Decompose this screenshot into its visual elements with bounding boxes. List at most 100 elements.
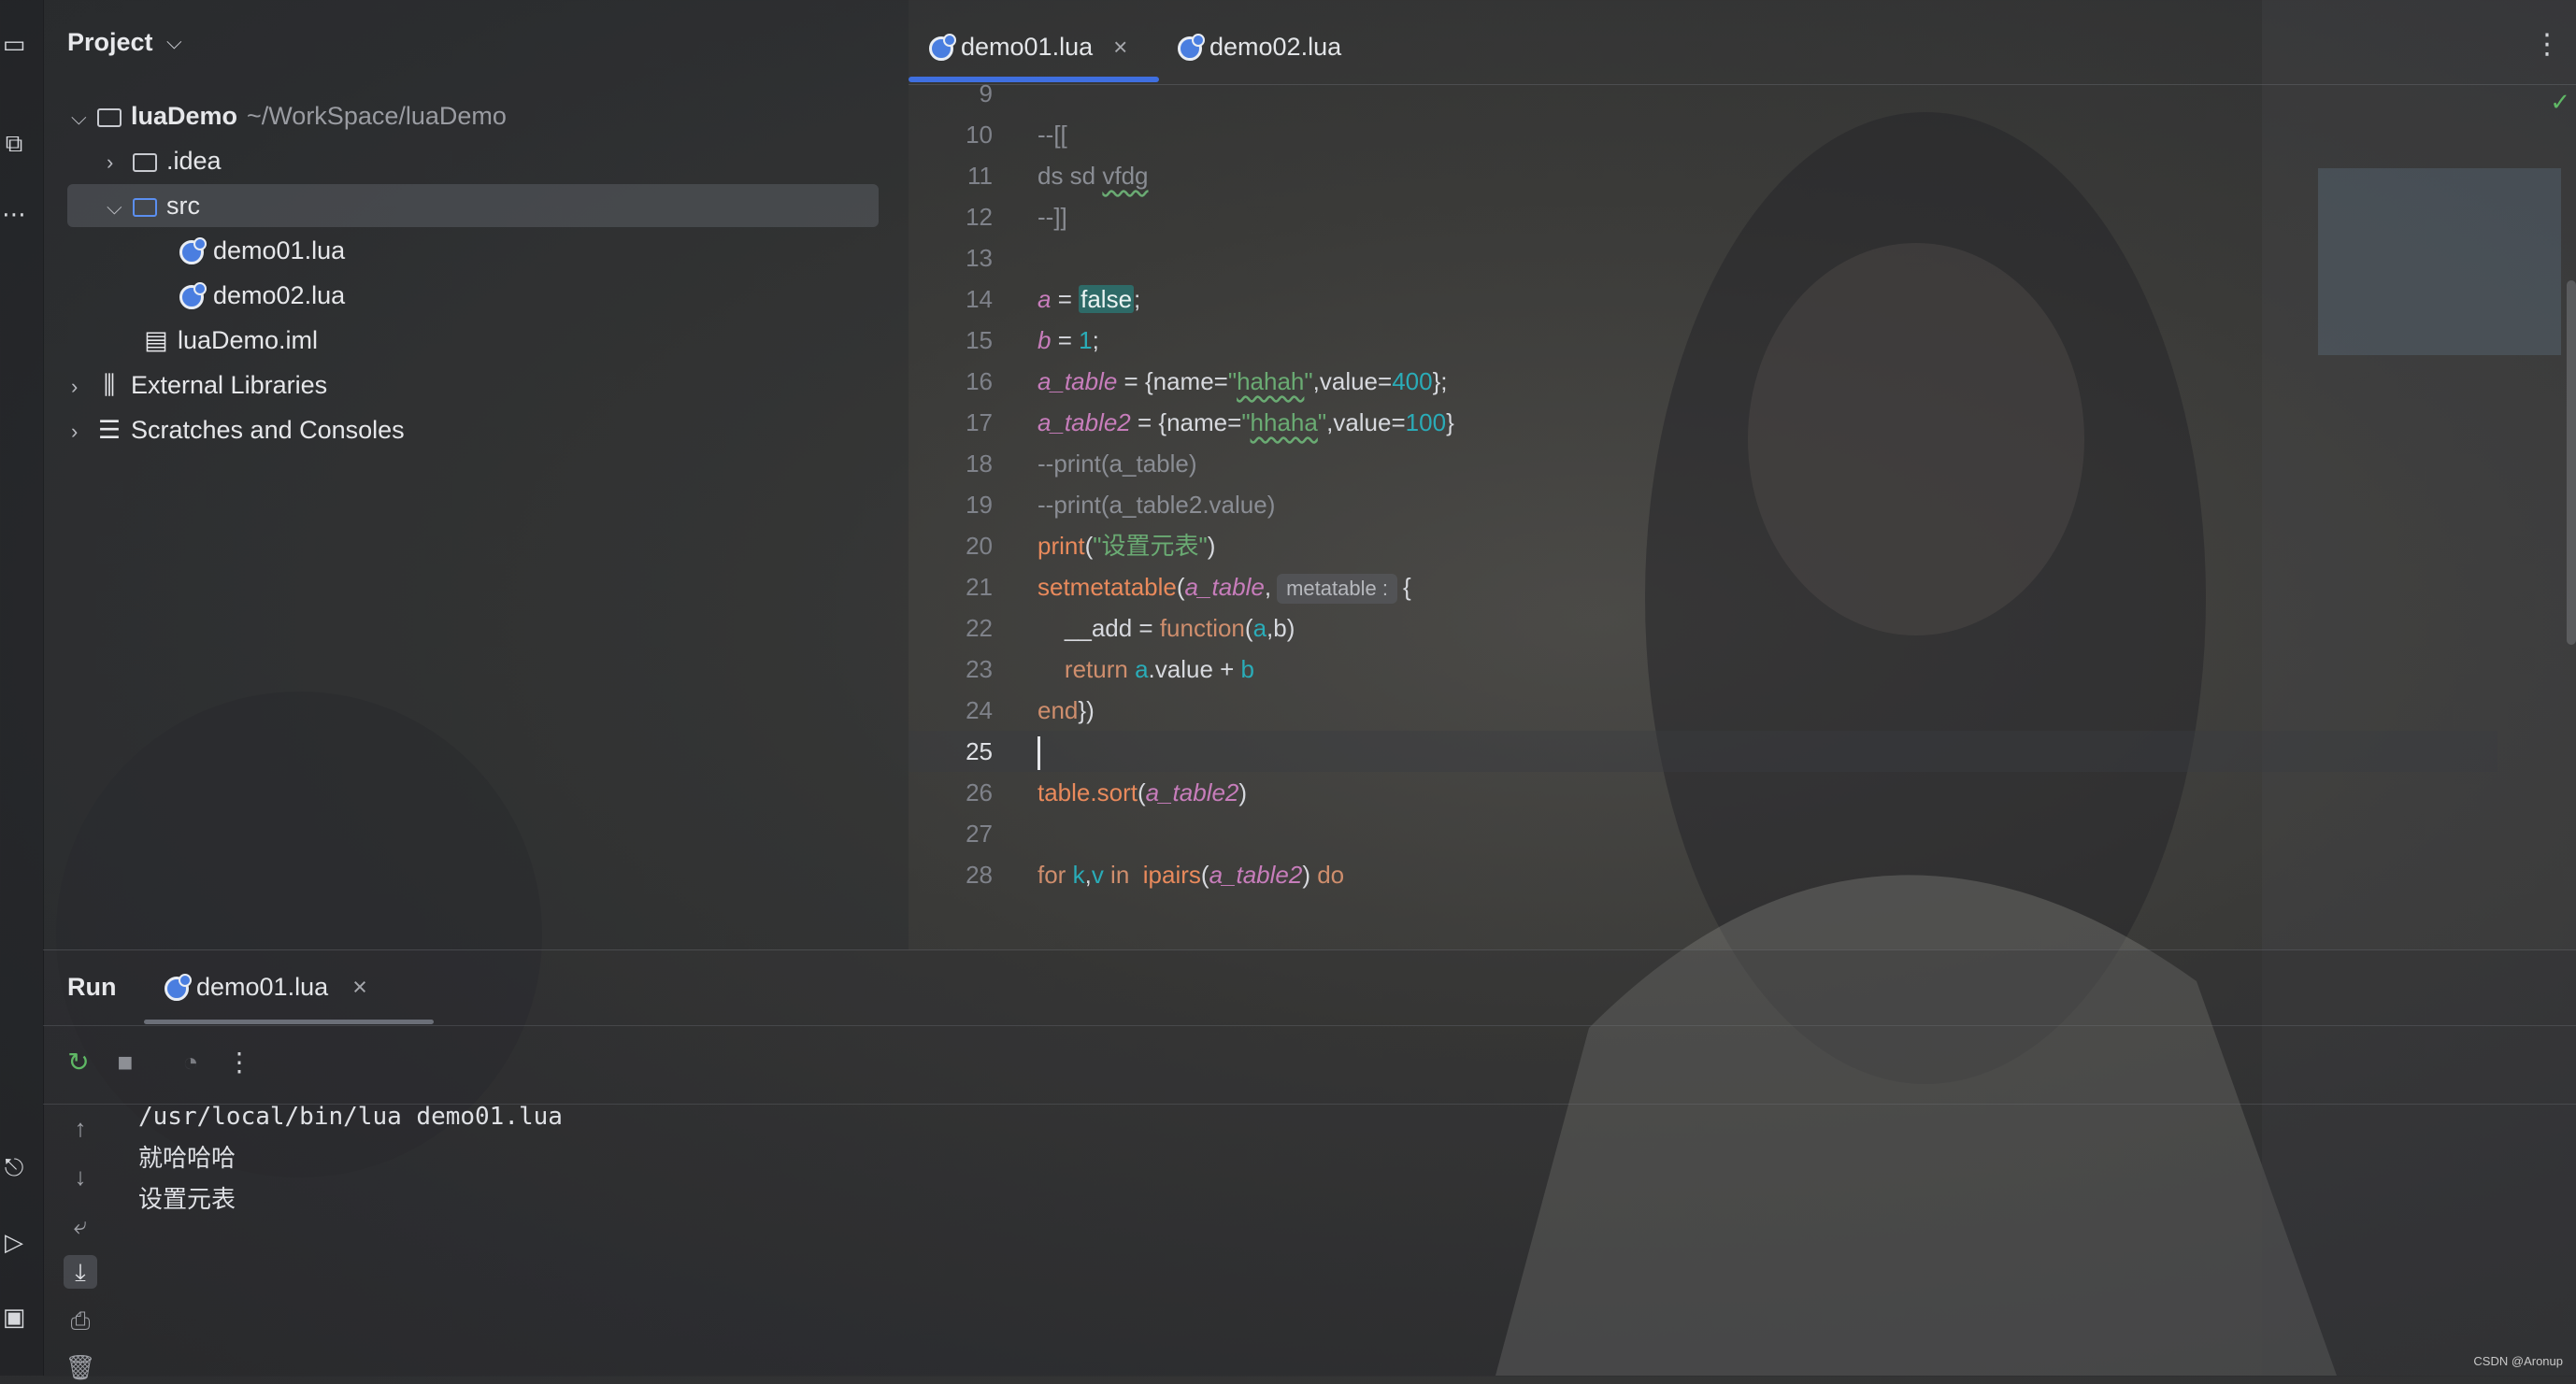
line-number: 20 bbox=[966, 532, 993, 560]
code-line[interactable]: 26 table.sort(a_table2) bbox=[909, 772, 2497, 813]
scroll-up-icon[interactable]: ↑ bbox=[64, 1111, 97, 1145]
chevron-right-icon[interactable]: › bbox=[71, 410, 95, 453]
iml-file-icon: ▤ bbox=[144, 326, 168, 354]
tree-item-iml[interactable]: ▤ luaDemo.iml bbox=[142, 319, 318, 362]
scroll-to-end-icon[interactable]: ⤓ bbox=[64, 1255, 97, 1289]
tree-item-demo02[interactable]: demo02.lua bbox=[178, 274, 345, 317]
chevron-right-icon[interactable]: › bbox=[107, 141, 131, 184]
line-number: 21 bbox=[966, 573, 993, 601]
run-panel: Run demo01.lua × ↻ ■ ◔ ⋮ ↑ ↓ ⤶ ⤓ ⎙ 🗑 /usr… bbox=[43, 949, 2576, 1381]
tree-item-luademo[interactable]: ⌵ luaDemo ~/WorkSpace/luaDemo bbox=[71, 94, 507, 137]
watermark: CSDN @Aronup bbox=[2473, 1354, 2563, 1368]
run-panel-title: Run bbox=[67, 973, 117, 1001]
code-line[interactable]: 23 return a.value + b bbox=[909, 649, 2497, 690]
code-text: a_table2 = {name="hhaha",value=100} bbox=[1038, 408, 1454, 436]
clear-all-icon[interactable]: 🗑 bbox=[64, 1350, 97, 1384]
tab-label: demo01.lua bbox=[961, 33, 1094, 61]
line-number: 18 bbox=[966, 449, 993, 478]
code-line[interactable]: 18 --print(a_table) bbox=[909, 443, 2497, 484]
line-number: 22 bbox=[966, 614, 993, 642]
parameter-hint: metatable : bbox=[1277, 574, 1397, 605]
more-options-icon[interactable]: ⋮ bbox=[222, 1046, 256, 1079]
services-icon[interactable]: ⎋ bbox=[0, 1151, 28, 1183]
code-text bbox=[1038, 731, 1040, 772]
rerun-icon[interactable]: ↻ bbox=[62, 1046, 95, 1079]
code-line[interactable]: 21 setmetatable(a_table, metatable :{ bbox=[909, 566, 2497, 607]
code-line[interactable]: 9 bbox=[909, 73, 2497, 114]
code-line[interactable]: 14 a = false; bbox=[909, 278, 2497, 320]
code-text: a = false; bbox=[1038, 285, 1141, 313]
tree-item-label: src bbox=[166, 192, 200, 220]
close-icon[interactable]: × bbox=[352, 973, 367, 1001]
editor: demo01.lua × demo02.lua ⋮ ✓ 9 10 --[[ 11 ds… bbox=[909, 0, 2576, 949]
stop-icon[interactable]: ■ bbox=[108, 1046, 142, 1079]
code-line[interactable]: 10 --[[ bbox=[909, 114, 2497, 155]
code-text: a_table = {name="hahah",value=400}; bbox=[1038, 367, 1448, 395]
no-problems-check-icon[interactable]: ✓ bbox=[2550, 88, 2570, 117]
tree-item-src[interactable]: ⌵ src bbox=[67, 184, 879, 227]
tree-item-label: Scratches and Consoles bbox=[131, 416, 405, 444]
code-line[interactable]: 12 --]] bbox=[909, 196, 2497, 237]
more-icon[interactable]: ⋯ bbox=[0, 198, 28, 230]
code-line[interactable]: 28 for k,v in ipairs(a_table2) do bbox=[909, 854, 2497, 895]
run-header: Run demo01.lua × bbox=[43, 950, 2576, 1026]
code-line[interactable]: 13 bbox=[909, 237, 2497, 278]
soft-wrap-icon[interactable]: ⤶ bbox=[64, 1208, 97, 1242]
line-number: 23 bbox=[966, 655, 993, 683]
tree-item-external-libraries[interactable]: › ⫼ External Libraries bbox=[71, 364, 327, 407]
tool-window-strip: ▭ ⧉ ⋯ ⎋ ▷ ▣ bbox=[0, 0, 44, 1376]
folder-icon[interactable]: ▭ bbox=[0, 28, 28, 60]
terminal-icon[interactable]: ▣ bbox=[0, 1301, 28, 1333]
code-line[interactable]: 19 --print(a_table2.value) bbox=[909, 484, 2497, 525]
tree-item-label: .idea bbox=[166, 147, 222, 175]
run-icon[interactable]: ▷ bbox=[0, 1226, 28, 1258]
project-path-hint: ~/WorkSpace/luaDemo bbox=[247, 102, 507, 130]
text-caret bbox=[1038, 736, 1040, 771]
code-text: b = 1; bbox=[1038, 326, 1099, 354]
code-text: print("设置元表") bbox=[1038, 532, 1216, 560]
code-line[interactable]: 20 print("设置元表") bbox=[909, 525, 2497, 566]
tree-item-demo01[interactable]: demo01.lua bbox=[178, 229, 345, 272]
code-line[interactable]: 15 b = 1; bbox=[909, 320, 2497, 361]
editor-scrollbar[interactable] bbox=[2567, 280, 2576, 645]
code-line-current[interactable]: 25 bbox=[909, 731, 2497, 772]
code-text: ds sd vfdg bbox=[1038, 162, 1149, 190]
line-number: 9 bbox=[979, 79, 993, 107]
tab-demo02[interactable]: demo02.lua bbox=[1178, 26, 1341, 67]
chevron-down-icon[interactable]: ⌵ bbox=[107, 186, 131, 229]
attach-debugger-icon[interactable]: ◔ bbox=[174, 1046, 208, 1079]
chevron-right-icon[interactable]: › bbox=[71, 365, 95, 408]
code-text: --]] bbox=[1038, 203, 1067, 231]
print-icon[interactable]: ⎙ bbox=[64, 1304, 97, 1337]
code-line[interactable]: 16 a_table = {name="hahah",value=400}; bbox=[909, 361, 2497, 402]
code-text: --print(a_table) bbox=[1038, 449, 1197, 478]
scroll-down-icon[interactable]: ↓ bbox=[64, 1160, 97, 1193]
code-text: setmetatable(a_table, metatable :{ bbox=[1038, 566, 1411, 607]
structure-icon[interactable]: ⧉ bbox=[0, 127, 28, 159]
run-tab-demo01[interactable]: demo01.lua × bbox=[165, 973, 367, 1002]
line-number: 14 bbox=[966, 285, 993, 313]
tree-item-scratches[interactable]: › ☰ Scratches and Consoles bbox=[71, 408, 405, 451]
code-text: __add = function(a,b) bbox=[1038, 614, 1295, 642]
code-text: --[[ bbox=[1038, 121, 1067, 149]
chevron-down-icon[interactable]: ⌵ bbox=[71, 96, 95, 139]
library-icon: ⫼ bbox=[103, 371, 116, 399]
line-number: 13 bbox=[966, 244, 993, 272]
tab-demo01[interactable]: demo01.lua × bbox=[929, 26, 1127, 67]
code-line[interactable]: 24 end}) bbox=[909, 690, 2497, 731]
console-line: 就哈哈哈 bbox=[138, 1144, 236, 1172]
tree-item-idea[interactable]: › .idea bbox=[107, 139, 222, 182]
project-panel-title[interactable]: Project bbox=[67, 28, 153, 57]
code-line[interactable]: 22 __add = function(a,b) bbox=[909, 607, 2497, 649]
code-line[interactable]: 27 bbox=[909, 813, 2497, 854]
lua-file-icon bbox=[178, 274, 207, 317]
chevron-down-icon[interactable]: ⌵ bbox=[166, 30, 182, 54]
line-number: 10 bbox=[966, 121, 993, 149]
console-line: 设置元表 bbox=[138, 1185, 236, 1213]
code-line[interactable]: 11 ds sd vfdg bbox=[909, 155, 2497, 196]
code-line[interactable]: 17 a_table2 = {name="hhaha",value=100} bbox=[909, 402, 2497, 443]
close-icon[interactable]: × bbox=[1113, 33, 1127, 61]
tab-options-icon[interactable]: ⋮ bbox=[2533, 28, 2561, 61]
line-number: 27 bbox=[966, 820, 993, 848]
code-text: table.sort(a_table2) bbox=[1038, 778, 1248, 806]
